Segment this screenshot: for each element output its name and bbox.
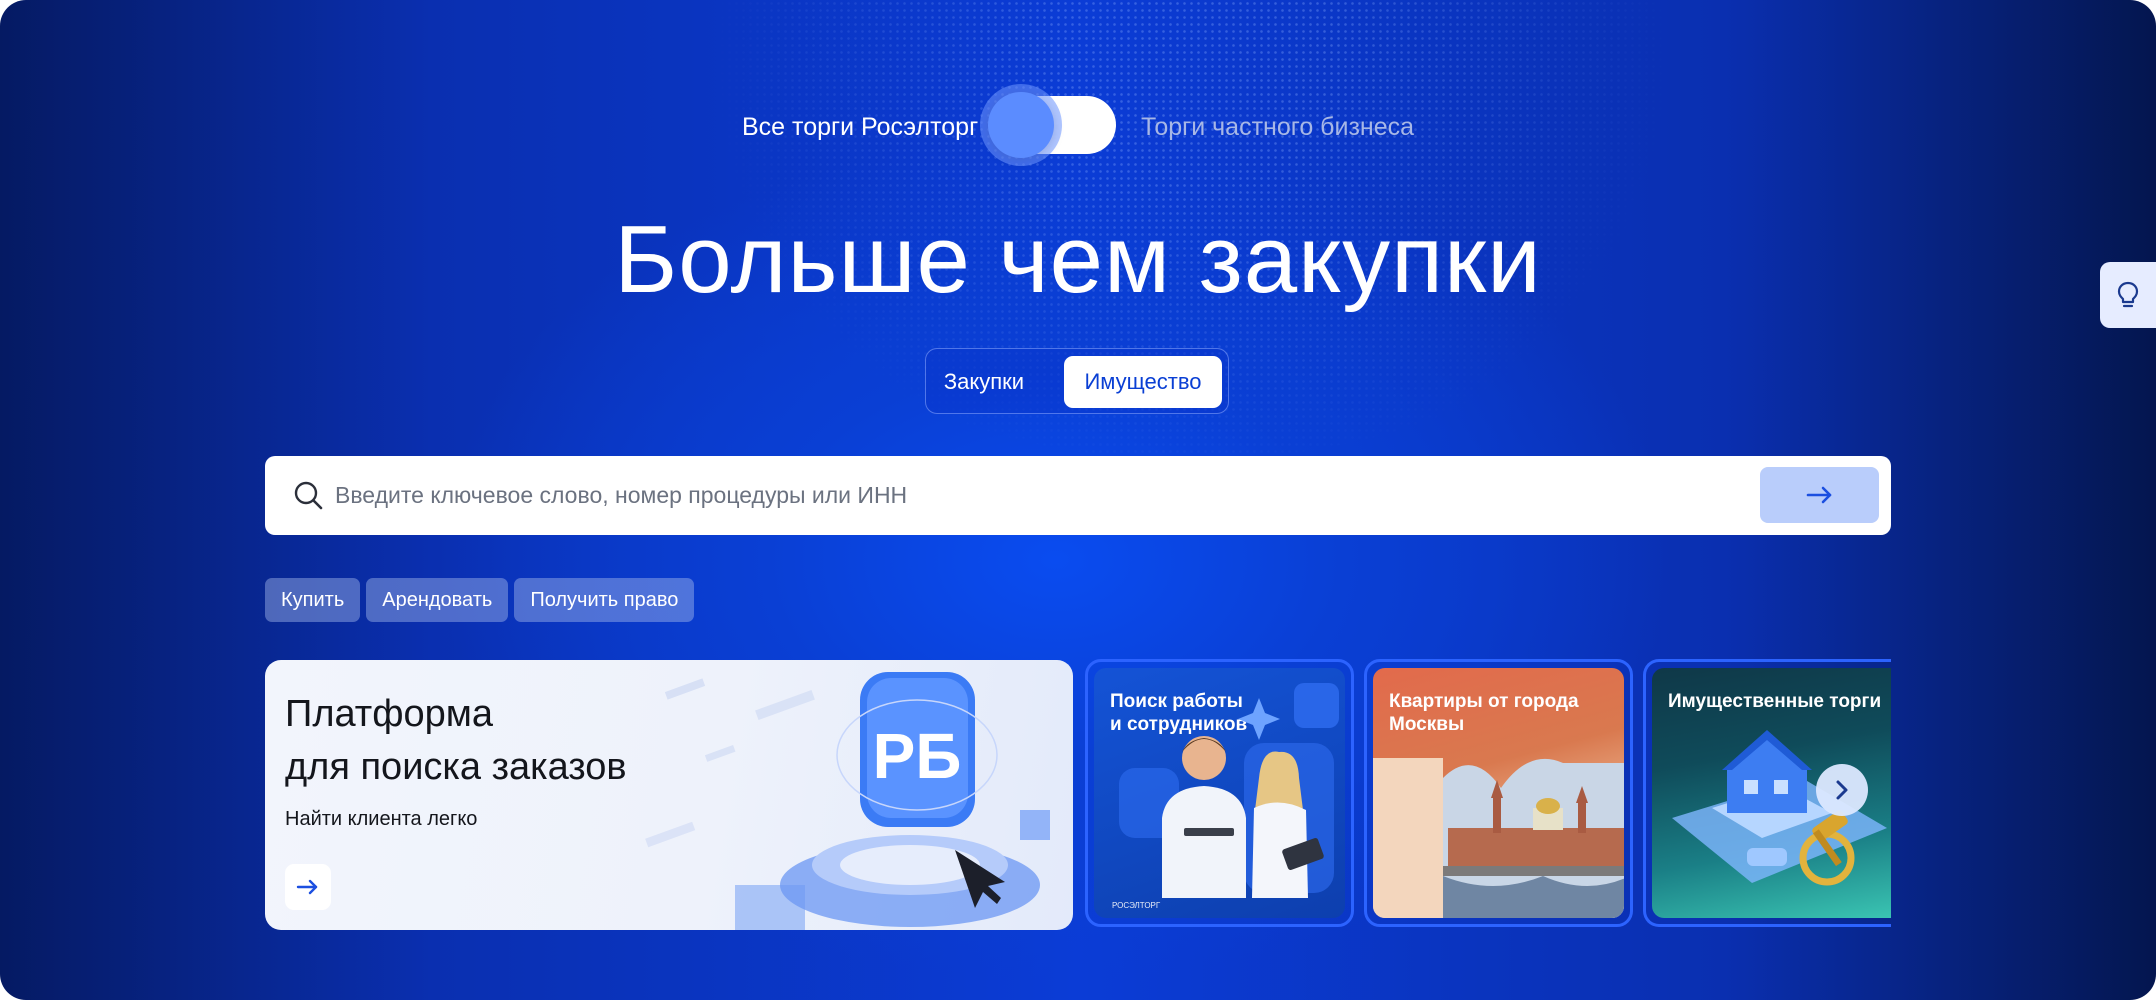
chip-rent[interactable]: Арендовать xyxy=(366,578,509,622)
search-bar xyxy=(265,456,1891,535)
mode-toggle-switch[interactable] xyxy=(988,92,1116,158)
mode-label-all-trades[interactable]: Все торги Росэлторг xyxy=(742,113,978,142)
svg-text:РОСЭЛТОРГ: РОСЭЛТОРГ xyxy=(1112,901,1161,910)
promo-card-title: Платформа для поиска заказов xyxy=(285,693,627,788)
side-hint-button[interactable] xyxy=(2100,262,2156,328)
chevron-right-icon xyxy=(1836,780,1848,800)
filter-chips: Купить Арендовать Получить право xyxy=(265,578,695,622)
promo-card-jobs[interactable]: Поиск работы и сотрудников РОСЭЛТОРГ xyxy=(1085,659,1354,927)
hero-section: Все торги Росэлторг Торги частного бизне… xyxy=(0,0,2156,1000)
moscow-kremlin-illustration xyxy=(1373,758,1624,918)
lightbulb-icon xyxy=(2117,281,2139,308)
arrow-right-icon xyxy=(1806,486,1831,504)
chip-get-right[interactable]: Получить право xyxy=(514,578,695,622)
search-input[interactable] xyxy=(335,456,1715,535)
category-segmented-control: Закупки Имущество xyxy=(925,348,1229,414)
search-icon xyxy=(294,481,323,510)
toggle-knob xyxy=(988,92,1054,158)
rb-platform-illustration: РБ xyxy=(645,672,1050,930)
jobs-people-illustration: РОСЭЛТОРГ xyxy=(1112,683,1339,910)
search-submit-button[interactable] xyxy=(1760,467,1879,523)
promo-card-flats[interactable]: Квартиры от города Москвы xyxy=(1364,659,1633,927)
promo-card-arrow-button[interactable] xyxy=(285,864,331,910)
chip-buy[interactable]: Купить xyxy=(265,578,361,622)
promo-card-subtitle: Найти клиента легко xyxy=(285,808,478,830)
carousel-next-button[interactable] xyxy=(1816,764,1868,816)
mode-label-private-business[interactable]: Торги частного бизнеса xyxy=(1141,113,1414,142)
tab-purchases[interactable]: Закупки xyxy=(936,356,1032,408)
svg-text:РБ: РБ xyxy=(873,720,962,792)
arrow-right-icon xyxy=(296,879,318,895)
tab-property[interactable]: Имущество xyxy=(1064,356,1222,408)
promo-card-platform[interactable]: Платформа для поиска заказов Найти клиен… xyxy=(265,660,1073,930)
page-title: Больше чем закупки xyxy=(614,206,1542,313)
